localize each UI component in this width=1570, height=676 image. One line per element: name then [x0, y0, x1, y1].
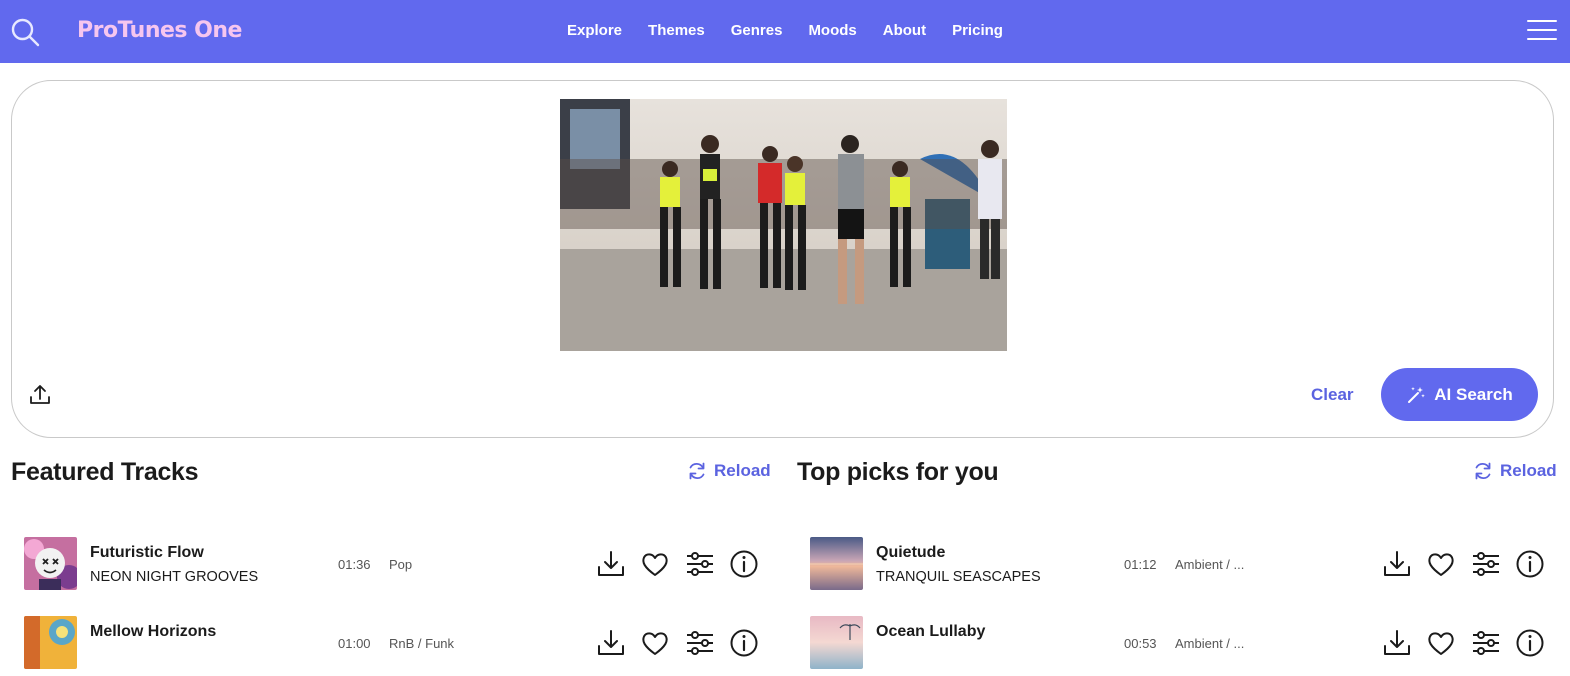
download-icon[interactable] — [1382, 628, 1412, 658]
download-icon[interactable] — [596, 549, 626, 579]
track-row[interactable]: Mellow Horizons 01:00 RnB / Funk — [24, 616, 764, 676]
track-title[interactable]: Ocean Lullaby — [876, 623, 985, 641]
download-icon[interactable] — [596, 628, 626, 658]
track-artist[interactable]: TRANQUIL SEASCAPES — [876, 569, 1041, 585]
track-genre: Ambient / ... — [1175, 557, 1245, 572]
sliders-icon[interactable] — [685, 628, 715, 658]
track-duration: 01:36 — [338, 557, 371, 572]
upload-icon[interactable] — [28, 383, 52, 407]
heart-icon[interactable] — [1426, 628, 1456, 658]
heart-icon[interactable] — [640, 628, 670, 658]
track-artwork — [24, 537, 77, 590]
nav-link-about[interactable]: About — [883, 22, 926, 39]
track-row[interactable]: Ocean Lullaby 00:53 Ambient / ... — [810, 616, 1550, 676]
featured-tracks-title: Featured Tracks — [11, 458, 199, 486]
brand-logo[interactable]: ProTunes One — [77, 18, 242, 43]
sliders-icon[interactable] — [1471, 628, 1501, 658]
info-icon[interactable] — [729, 549, 759, 579]
track-row[interactable]: Futuristic Flow NEON NIGHT GROOVES 01:36… — [24, 537, 764, 597]
nav-link-moods[interactable]: Moods — [808, 22, 856, 39]
nav-link-genres[interactable]: Genres — [731, 22, 783, 39]
nav-link-explore[interactable]: Explore — [567, 22, 622, 39]
track-title[interactable]: Futuristic Flow — [90, 544, 204, 562]
magic-wand-icon — [1408, 386, 1426, 403]
sliders-icon[interactable] — [685, 549, 715, 579]
heart-icon[interactable] — [640, 549, 670, 579]
search-icon[interactable] — [10, 17, 40, 47]
video-preview-thumbnail — [560, 99, 1007, 351]
top-picks-title: Top picks for you — [797, 458, 999, 486]
track-artist[interactable]: NEON NIGHT GROOVES — [90, 569, 258, 585]
ai-search-label: AI Search — [1434, 384, 1513, 404]
top-picks-reload-button[interactable]: Reload — [1473, 461, 1557, 481]
track-genre: RnB / Funk — [389, 636, 455, 651]
main-nav-links: Explore Themes Genres Moods About Pricin… — [567, 22, 1003, 39]
track-genre: Ambient / ... — [1175, 636, 1245, 651]
track-genre: Pop — [389, 557, 413, 572]
refresh-icon — [1475, 462, 1491, 480]
reload-label: Reload — [714, 461, 771, 480]
track-duration: 00:53 — [1124, 636, 1157, 651]
nav-link-themes[interactable]: Themes — [648, 22, 705, 39]
track-duration: 01:12 — [1124, 557, 1157, 572]
track-duration: 01:00 — [338, 636, 371, 651]
nav-link-pricing[interactable]: Pricing — [952, 22, 1003, 39]
video-search-card: Clear AI Search — [11, 80, 1554, 438]
hamburger-menu-icon[interactable] — [1527, 20, 1557, 44]
track-artwork — [810, 616, 863, 669]
track-title[interactable]: Quietude — [876, 544, 945, 562]
track-title[interactable]: Mellow Horizons — [90, 623, 216, 641]
info-icon[interactable] — [1515, 549, 1545, 579]
track-artwork — [810, 537, 863, 590]
top-navbar: ProTunes One Explore Themes Genres Moods… — [0, 0, 1570, 63]
download-icon[interactable] — [1382, 549, 1412, 579]
featured-reload-button[interactable]: Reload — [687, 461, 771, 481]
heart-icon[interactable] — [1426, 549, 1456, 579]
info-icon[interactable] — [729, 628, 759, 658]
ai-search-button[interactable]: AI Search — [1381, 368, 1538, 421]
refresh-icon — [689, 462, 705, 480]
track-artwork — [24, 616, 77, 669]
reload-label: Reload — [1500, 461, 1557, 480]
track-row[interactable]: Quietude TRANQUIL SEASCAPES 01:12 Ambien… — [810, 537, 1550, 597]
info-icon[interactable] — [1515, 628, 1545, 658]
clear-button[interactable]: Clear — [1311, 385, 1354, 405]
sliders-icon[interactable] — [1471, 549, 1501, 579]
